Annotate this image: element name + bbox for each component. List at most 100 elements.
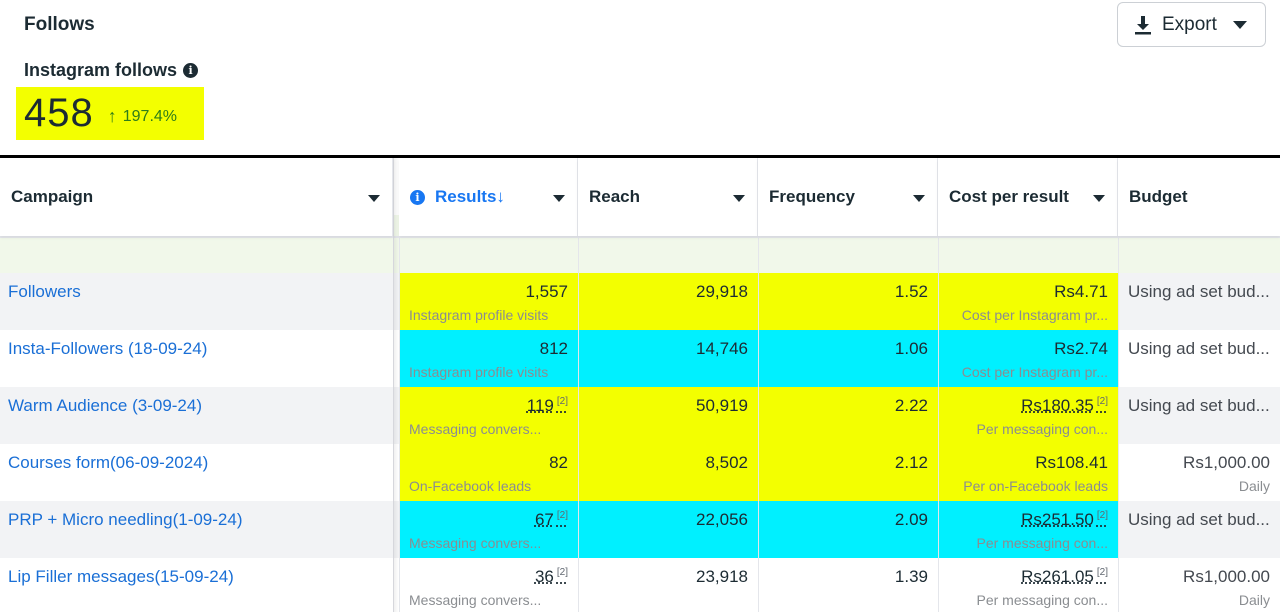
column-label: Cost per result bbox=[949, 187, 1069, 206]
reach-value-text: 22,056 bbox=[696, 510, 748, 529]
info-icon[interactable]: i bbox=[410, 189, 425, 205]
table-row[interactable]: PRP + Micro needling(1-09-24) 67 [2] Messag… bbox=[0, 501, 1280, 558]
table-row[interactable]: Followers 1,557 Instagram profile visits 29… bbox=[0, 273, 1280, 330]
cpr-subtext: Per messaging con... bbox=[976, 535, 1108, 551]
frequency-value-text: 2.12 bbox=[894, 453, 928, 472]
cpr-value[interactable]: Rs251.50 [2] bbox=[948, 510, 1108, 530]
frequency-value: 1.52 bbox=[768, 282, 928, 302]
footnote-marker[interactable]: [2] bbox=[557, 396, 568, 407]
column-header-results[interactable]: i Results ↓ bbox=[399, 158, 578, 236]
frequency-cell: 2.12 bbox=[758, 444, 938, 501]
footnote-marker[interactable]: [2] bbox=[1097, 567, 1108, 578]
column-header-frequency[interactable]: Frequency bbox=[758, 158, 938, 236]
footnote-marker[interactable]: [2] bbox=[557, 567, 568, 578]
cpr-value: Rs2.74 bbox=[948, 339, 1108, 359]
budget-subtext: Daily bbox=[1238, 478, 1270, 494]
table-row[interactable]: Lip Filler messages(15-09-24) 36 [2] Messag… bbox=[0, 558, 1280, 612]
footnote-marker[interactable]: [2] bbox=[1097, 396, 1108, 407]
export-button[interactable]: Export bbox=[1117, 2, 1266, 47]
results-subtext: Instagram profile visits bbox=[409, 307, 549, 323]
cpr-cell: Rs180.35 [2] Per messaging con... bbox=[938, 387, 1118, 444]
budget-cell: Rs1,000.00 Daily bbox=[1118, 558, 1280, 612]
budget-value: Using ad set bud... bbox=[1128, 396, 1270, 415]
column-label: Reach bbox=[589, 187, 641, 206]
chevron-down-icon[interactable] bbox=[1093, 195, 1105, 202]
reach-cell: 23,918 bbox=[578, 558, 758, 612]
frequency-value: 2.22 bbox=[768, 396, 928, 416]
results-value-text: 82 bbox=[549, 453, 568, 472]
footnote-marker[interactable]: [2] bbox=[1097, 510, 1108, 521]
results-value: 812 bbox=[409, 339, 568, 359]
frequency-value-text: 1.39 bbox=[894, 567, 928, 586]
budget-cell: Using ad set bud... bbox=[1118, 387, 1280, 444]
cpr-value-text: Rs4.71 bbox=[1054, 282, 1108, 301]
results-subtext: On-Facebook leads bbox=[409, 478, 532, 494]
cpr-value[interactable]: Rs261.05 [2] bbox=[948, 567, 1108, 587]
reach-value: 14,746 bbox=[588, 339, 748, 359]
chevron-down-icon[interactable] bbox=[368, 195, 380, 202]
results-cell: 812 Instagram profile visits bbox=[399, 330, 578, 387]
cpr-value[interactable]: Rs180.35 [2] bbox=[948, 396, 1108, 416]
reach-value-text: 8,502 bbox=[705, 453, 748, 472]
column-header-campaign[interactable]: Campaign bbox=[0, 158, 393, 236]
cpr-cell: Rs251.50 [2] Per messaging con... bbox=[938, 501, 1118, 558]
frequency-value: 1.39 bbox=[768, 567, 928, 587]
reach-value-text: 14,746 bbox=[696, 339, 748, 358]
cpr-cell: Rs2.74 Cost per Instagram pr... bbox=[938, 330, 1118, 387]
results-value-text: 119 bbox=[526, 396, 554, 415]
results-value-text: 1,557 bbox=[525, 282, 568, 301]
results-cell: 67 [2] Messaging convers... bbox=[399, 501, 578, 558]
sort-desc-icon: ↓ bbox=[496, 187, 505, 206]
table-row[interactable]: Warm Audience (3-09-24) 119 [2] Messaging c… bbox=[0, 387, 1280, 444]
table-row[interactable]: Courses form(06-09-2024) 82 On-Facebook le… bbox=[0, 444, 1280, 501]
footnote-marker[interactable]: [2] bbox=[557, 510, 568, 521]
frequency-value: 2.12 bbox=[768, 453, 928, 473]
metric-label: Instagram follows bbox=[24, 60, 178, 80]
cpr-value-text: Rs261.05 bbox=[1021, 567, 1094, 586]
campaign-link[interactable]: Lip Filler messages(15-09-24) bbox=[0, 558, 393, 612]
chevron-down-icon[interactable] bbox=[553, 195, 565, 202]
frequency-cell: 1.52 bbox=[758, 273, 938, 330]
reach-value: 8,502 bbox=[588, 453, 748, 473]
column-header-reach[interactable]: Reach bbox=[578, 158, 758, 236]
budget-cell: Using ad set bud... bbox=[1118, 501, 1280, 558]
reach-value-text: 23,918 bbox=[696, 567, 748, 586]
cpr-value: Rs108.41 bbox=[948, 453, 1108, 473]
campaign-link[interactable]: PRP + Micro needling(1-09-24) bbox=[0, 501, 393, 558]
frequency-cell: 2.09 bbox=[758, 501, 938, 558]
results-value: 82 bbox=[409, 453, 568, 473]
metric-label-row: Instagram follows i bbox=[24, 60, 199, 81]
campaign-link[interactable]: Insta-Followers (18-09-24) bbox=[0, 330, 393, 387]
cpr-value: Rs4.71 bbox=[948, 282, 1108, 302]
chevron-down-icon[interactable] bbox=[733, 195, 745, 202]
export-label: Export bbox=[1162, 13, 1217, 35]
column-header-budget[interactable]: Budget bbox=[1118, 158, 1280, 236]
campaign-link[interactable]: Courses form(06-09-2024) bbox=[0, 444, 393, 501]
campaign-table: Campaign i Results ↓ Reach Frequency Cos… bbox=[0, 158, 1280, 612]
reach-cell: 14,746 bbox=[578, 330, 758, 387]
results-cell: 1,557 Instagram profile visits bbox=[399, 273, 578, 330]
budget-cell: Using ad set bud... bbox=[1118, 273, 1280, 330]
results-value[interactable]: 36 [2] bbox=[409, 567, 568, 587]
metric-value: 458 bbox=[24, 91, 94, 135]
reach-value-text: 29,918 bbox=[696, 282, 748, 301]
budget-value: Using ad set bud... bbox=[1128, 282, 1270, 301]
frequency-cell: 1.06 bbox=[758, 330, 938, 387]
column-label: Frequency bbox=[769, 187, 855, 206]
budget-value: Using ad set bud... bbox=[1128, 510, 1270, 529]
campaign-link[interactable]: Warm Audience (3-09-24) bbox=[0, 387, 393, 444]
results-value[interactable]: 119 [2] bbox=[409, 396, 568, 416]
column-header-cost-per-result[interactable]: Cost per result bbox=[938, 158, 1118, 236]
panel-title: Follows bbox=[24, 14, 95, 35]
table-row[interactable]: Insta-Followers (18-09-24) 812 Instagram p… bbox=[0, 330, 1280, 387]
reach-cell: 8,502 bbox=[578, 444, 758, 501]
cpr-value-text: Rs2.74 bbox=[1054, 339, 1108, 358]
results-value[interactable]: 67 [2] bbox=[409, 510, 568, 530]
chevron-down-icon[interactable] bbox=[913, 195, 925, 202]
campaign-link[interactable]: Followers bbox=[0, 273, 393, 330]
arrow-up-icon: ↑ bbox=[107, 106, 117, 126]
budget-cell: Using ad set bud... bbox=[1118, 330, 1280, 387]
results-value: 1,557 bbox=[409, 282, 568, 302]
download-icon bbox=[1134, 15, 1152, 35]
info-icon[interactable]: i bbox=[183, 63, 199, 78]
